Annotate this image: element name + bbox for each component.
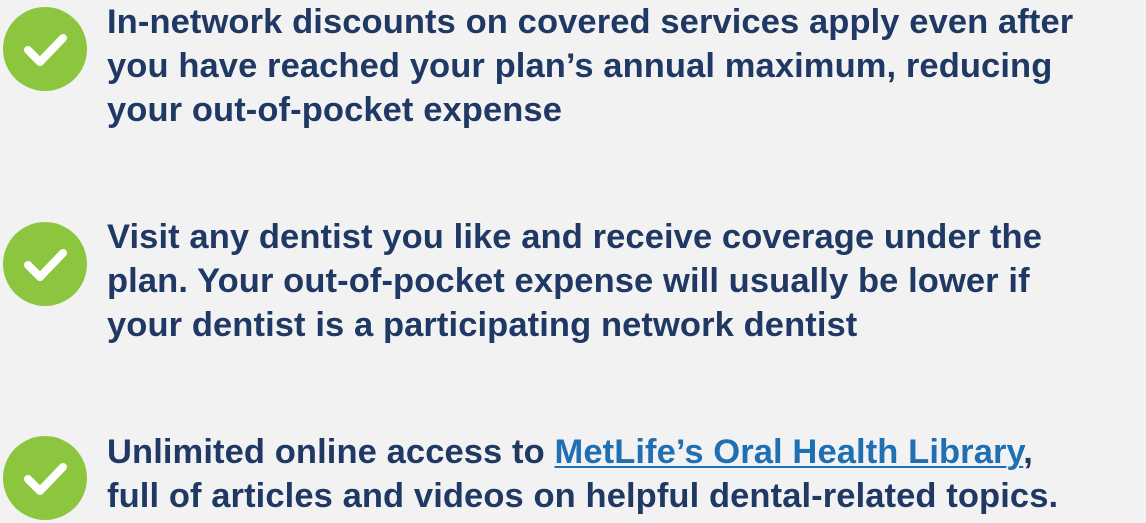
benefit-text-line: full of articles and videos on helpful d… [107, 477, 1059, 515]
check-circle-icon [2, 221, 88, 307]
benefit-text-line: your dentist is a participating network … [107, 306, 858, 344]
check-circle-icon [2, 435, 88, 521]
benefit-text-line: your out-of-pocket expense [107, 91, 562, 129]
benefit-text-line: Unlimited online access to MetLife’s Ora… [107, 430, 1143, 474]
check-circle-icon [2, 6, 88, 92]
oral-health-library-link[interactable]: MetLife’s Oral Health Library [554, 433, 1023, 471]
benefit-text: Unlimited online access to MetLife’s Ora… [107, 430, 1143, 518]
benefit-text-suffix: , [1023, 433, 1033, 471]
benefit-text: In-network discounts on covered services… [107, 0, 1143, 132]
benefit-text-line: plan. Your out-of-pocket expense will us… [107, 262, 1030, 300]
benefit-text: Visit any dentist you like and receive c… [107, 215, 1143, 347]
benefit-text-line: Visit any dentist you like and receive c… [107, 218, 1042, 256]
benefit-text-line: In-network discounts on covered services… [107, 3, 1074, 41]
benefit-text-line: you have reached your plan’s annual maxi… [107, 47, 1053, 85]
benefit-text-prefix: Unlimited online access to [107, 433, 555, 471]
